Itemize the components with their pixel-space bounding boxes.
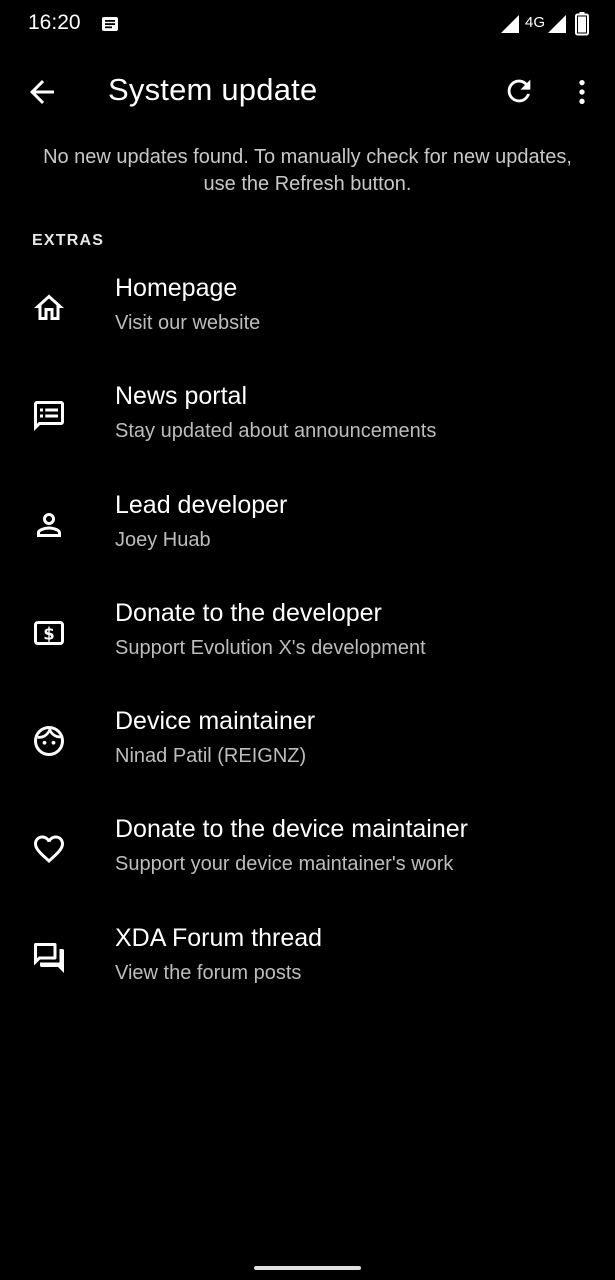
network-type: 4G (525, 14, 546, 31)
list-item-title: Device maintainer (115, 707, 316, 736)
refresh-button[interactable] (502, 74, 538, 110)
list-item-subtitle: Visit our website (115, 312, 261, 334)
list-item-donate-developer[interactable]: $ Donate to the developer Support Evolut… (0, 587, 615, 695)
home-icon (31, 290, 67, 326)
status-time: 16:20 (28, 11, 81, 34)
list-item-subtitle: Stay updated about announcements (115, 420, 437, 443)
list-item-lead-developer[interactable]: Lead developer Joey Huab (0, 479, 615, 587)
extras-list: Homepage Visit our website News portal S… (0, 262, 615, 1020)
list-item-title: XDA Forum thread (115, 923, 323, 952)
refresh-icon (502, 74, 538, 108)
page-title: System update (108, 72, 318, 107)
svg-text:$: $ (43, 624, 54, 643)
list-item-title: Donate to the device maintainer (115, 815, 468, 844)
status-bar: 16:20 4G (0, 0, 615, 48)
app-bar: System update (0, 48, 615, 136)
heart-icon (31, 831, 67, 867)
list-item-subtitle: Ninad Patil (REIGNZ) (115, 745, 307, 768)
list-item-title: Homepage (115, 274, 238, 302)
list-item-donate-maintainer[interactable]: Donate to the device maintainer Support … (0, 803, 615, 911)
gesture-nav-handle[interactable] (254, 1266, 361, 1270)
back-button[interactable] (24, 74, 60, 110)
signal-icon (547, 14, 567, 34)
list-item-title: Lead developer (115, 490, 288, 519)
battery-icon (575, 12, 589, 36)
back-arrow-icon (24, 74, 60, 110)
update-status-message: No new updates found. To manually check … (43, 146, 572, 195)
list-item-title: News portal (115, 382, 247, 411)
face-icon (31, 723, 67, 759)
list-item-title: Donate to the developer (115, 598, 382, 627)
signal-icon (500, 14, 520, 34)
list-item-subtitle: Support your device maintainer's work (115, 853, 454, 876)
news-icon (31, 398, 67, 434)
list-item-homepage[interactable]: Homepage Visit our website (0, 262, 615, 370)
forum-icon (31, 940, 67, 976)
list-item-xda-forum[interactable]: XDA Forum thread View the forum posts (0, 912, 615, 1020)
section-header-extras: EXTRAS (32, 232, 105, 249)
notification-icon (100, 14, 120, 34)
more-vert-icon (566, 74, 598, 110)
list-item-subtitle: Joey Huab (115, 528, 211, 551)
list-item-subtitle: View the forum posts (115, 961, 302, 984)
money-icon: $ (31, 615, 67, 651)
list-item-subtitle: Support Evolution X's development (115, 636, 426, 659)
person-icon (31, 507, 67, 543)
list-item-news-portal[interactable]: News portal Stay updated about announcem… (0, 370, 615, 478)
list-item-device-maintainer[interactable]: Device maintainer Ninad Patil (REIGNZ) (0, 695, 615, 803)
more-options-button[interactable] (566, 74, 598, 110)
